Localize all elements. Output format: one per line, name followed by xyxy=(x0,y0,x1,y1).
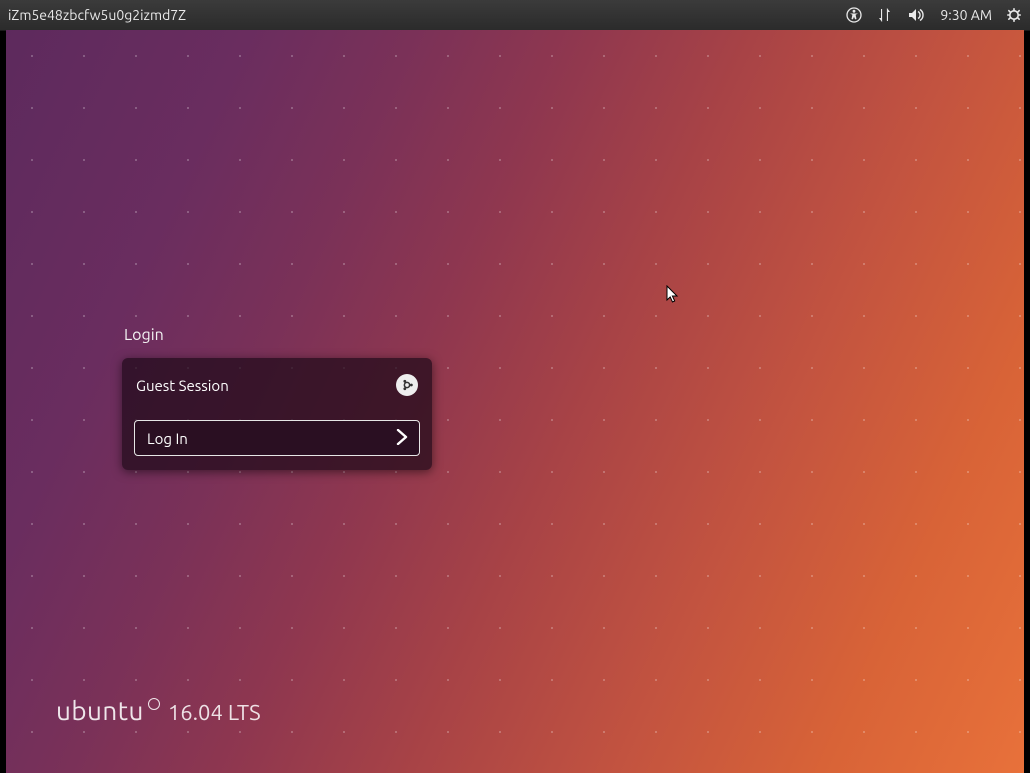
desktop-background: Login Guest Session Log In ubuntu 16.04 … xyxy=(6,30,1024,773)
accessibility-icon[interactable] xyxy=(846,7,862,23)
login-title: Login xyxy=(124,326,432,344)
mouse-cursor-icon xyxy=(666,285,680,309)
chevron-right-icon xyxy=(395,429,409,448)
top-menubar: iZm5e48zbcfw5u0g2izmd7Z 9:30 AM xyxy=(0,0,1030,30)
login-area: Login Guest Session Log In xyxy=(122,326,432,470)
login-button[interactable]: Log In xyxy=(134,420,420,456)
volume-icon[interactable] xyxy=(908,7,926,23)
brand-footer: ubuntu 16.04 LTS xyxy=(56,696,261,725)
login-button-label: Log In xyxy=(147,430,188,447)
hostname-label: iZm5e48zbcfw5u0g2izmd7Z xyxy=(8,7,186,23)
menubar-indicators: 9:30 AM xyxy=(846,7,1022,23)
registered-mark-icon xyxy=(148,698,160,710)
ubuntu-session-icon[interactable] xyxy=(396,374,418,396)
brand-name: ubuntu xyxy=(56,696,144,725)
brand-version: 16.04 LTS xyxy=(168,700,261,725)
network-icon[interactable] xyxy=(876,7,894,23)
power-icon[interactable] xyxy=(1006,7,1022,23)
clock-label[interactable]: 9:30 AM xyxy=(940,7,992,23)
session-name-label: Guest Session xyxy=(136,377,229,394)
login-panel: Guest Session Log In xyxy=(122,358,432,470)
session-row[interactable]: Guest Session xyxy=(134,368,420,402)
